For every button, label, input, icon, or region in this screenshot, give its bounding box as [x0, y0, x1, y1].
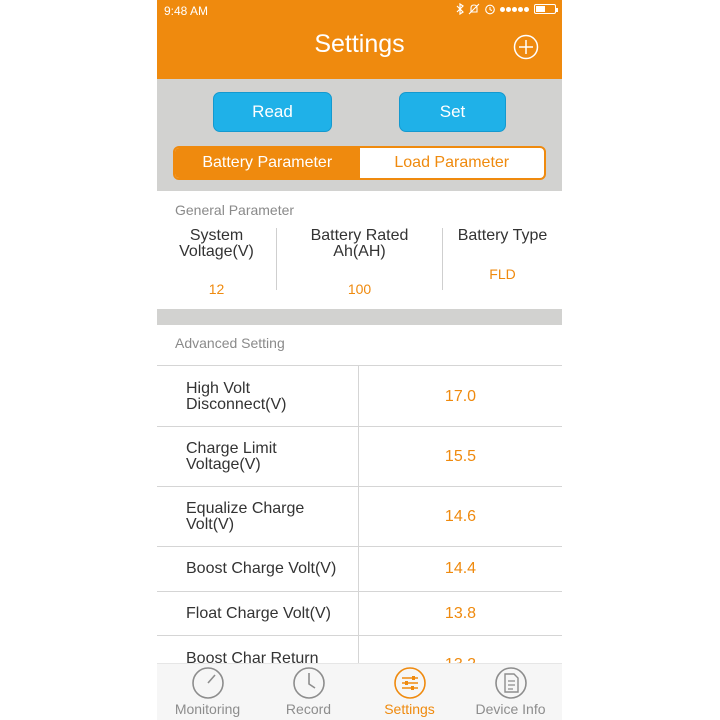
tab-label: Monitoring [174, 701, 241, 717]
battery-icon [534, 4, 558, 14]
row-value: 14.6 [444, 508, 477, 525]
battery-type-title: Battery Type [457, 227, 548, 244]
row-label-line2: Voltage(V) [186, 456, 261, 473]
header-bar: 9:48 AM Settings [157, 0, 562, 79]
table-row[interactable]: Float Charge Volt(V) 13.8 [157, 591, 562, 635]
tab-record[interactable]: Record [258, 664, 359, 720]
table-row[interactable]: Boost Charge Volt(V) 14.4 [157, 546, 562, 591]
row-label-line1: Charge Limit [186, 440, 277, 457]
bluetooth-icon [456, 3, 464, 15]
table-row[interactable]: Charge Limit Voltage(V) 15.5 [157, 426, 562, 486]
phone-screen: 9:48 AM Settings Read Set Battery Parame… [157, 0, 562, 720]
advanced-setting-heading: Advanced Setting [175, 335, 285, 351]
alarm-icon [485, 4, 495, 15]
table-row[interactable]: Equalize Charge Volt(V) 14.6 [157, 486, 562, 546]
system-voltage-title-line2: Voltage(V) [179, 243, 254, 260]
row-label-line1: Equalize Charge [186, 500, 305, 517]
section-divider [157, 309, 562, 325]
battery-rated-title-line2: Ah(AH) [333, 243, 386, 260]
row-label: Boost Charge Volt(V) [186, 560, 337, 577]
row-label: High Volt Disconnect(V) [186, 381, 361, 413]
tab-load-parameter[interactable]: Load Parameter [360, 148, 545, 178]
action-toolbar: Read Set Battery Parameter Load Paramete… [157, 79, 562, 191]
system-voltage-field[interactable]: System Voltage(V) 12 [157, 227, 276, 298]
set-button[interactable]: Set [399, 92, 506, 132]
tab-settings[interactable]: Settings [359, 664, 460, 720]
battery-type-value: FLD [489, 266, 516, 282]
row-label-line2: Disconnect(V) [186, 396, 287, 413]
parameter-segmented-control: Battery Parameter Load Parameter [173, 146, 546, 180]
tab-label: Record [285, 701, 332, 717]
row-value: 15.5 [444, 448, 477, 465]
battery-rated-ah-value: 100 [347, 281, 372, 297]
row-value: 14.4 [444, 560, 477, 577]
row-label: Float Charge Volt(V) [186, 605, 331, 622]
status-time: 9:48 AM [164, 4, 209, 18]
gauge-icon [192, 667, 224, 699]
row-label-line1: High Volt [186, 380, 251, 397]
battery-rated-ah-field[interactable]: Battery Rated Ah(AH) 100 [277, 227, 442, 298]
tab-device-info[interactable]: Device Info [460, 664, 561, 720]
signal-icon [500, 3, 530, 15]
system-voltage-value: 12 [208, 281, 225, 297]
tab-monitoring[interactable]: Monitoring [157, 664, 258, 720]
row-label: Charge Limit Voltage(V) [186, 441, 361, 473]
row-value: 13.8 [444, 605, 477, 622]
sliders-icon [394, 667, 426, 699]
bottom-tab-bar: Monitoring Record Settings Device Info [157, 663, 562, 720]
row-label-line2: Volt(V) [186, 516, 235, 533]
table-row[interactable]: High Volt Disconnect(V) 17.0 [157, 365, 562, 426]
status-icons [456, 3, 558, 15]
battery-type-field[interactable]: Battery Type FLD [443, 228, 562, 290]
clock-icon [293, 667, 325, 699]
tab-label: Device Info [475, 701, 546, 717]
page-title: Settings [314, 30, 405, 58]
system-voltage-title-line1: System [189, 227, 244, 244]
row-value: 17.0 [444, 388, 477, 405]
plus-circle-icon[interactable] [513, 34, 539, 60]
tab-label: Settings [384, 701, 435, 717]
document-icon [495, 667, 527, 699]
mute-icon [468, 3, 480, 15]
general-parameter-heading: General Parameter [175, 202, 295, 218]
row-label: Equalize Charge Volt(V) [186, 501, 361, 533]
battery-rated-title-line1: Battery Rated [310, 227, 409, 244]
read-button[interactable]: Read [213, 92, 332, 132]
status-bar: 9:48 AM [157, 0, 562, 22]
tab-battery-parameter[interactable]: Battery Parameter [175, 148, 360, 178]
advanced-setting-table: High Volt Disconnect(V) 17.0 Charge Limi… [157, 365, 562, 675]
